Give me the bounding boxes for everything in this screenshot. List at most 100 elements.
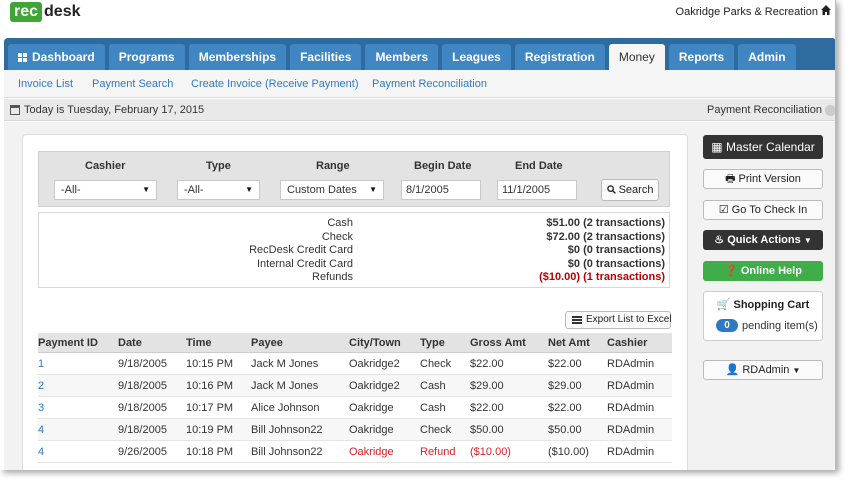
export-label: Export List to Excel [586, 314, 672, 325]
table-cell: Oakridge [349, 446, 394, 458]
nav-tab-label: Dashboard [32, 50, 95, 64]
column-header[interactable]: City/Town [349, 337, 401, 349]
summary-value: ($10.00) (1 transactions) [539, 271, 665, 283]
table-cell: Oakridge [349, 402, 394, 414]
home-icon[interactable] [820, 4, 832, 16]
filter-bar: Cashier Type Range Begin Date End Date -… [38, 151, 670, 207]
logo-rec: rec [10, 2, 43, 22]
go-to-check-in-label: Go To Check In [731, 204, 808, 216]
nav-tab-registration[interactable]: Registration [514, 44, 605, 70]
type-label: Type [206, 160, 231, 172]
table-cell: ($10.00) [548, 446, 589, 458]
collapse-icon[interactable] [825, 105, 835, 116]
payment-id-link[interactable]: 4 [38, 424, 44, 436]
summary-row: Internal Credit Card $0 (0 transactions) [39, 258, 671, 271]
date-bar: Today is Tuesday, February 17, 2015 Paym… [4, 99, 835, 121]
cart-count-badge: 0 [716, 319, 738, 332]
table-cell: $50.00 [548, 424, 582, 436]
nav-tab-dashboard[interactable]: Dashboard [8, 44, 105, 70]
column-header[interactable]: Time [186, 337, 211, 349]
range-select[interactable]: Custom Dates ▼ [280, 180, 384, 200]
table-cell: Check [420, 424, 452, 436]
nav-tab-programs[interactable]: Programs [108, 44, 185, 70]
column-header[interactable]: Net Amt [548, 337, 590, 349]
begin-date-input[interactable]: 8/1/2005 [401, 180, 481, 200]
payment-id-link[interactable]: 2 [38, 380, 44, 392]
table-cell: Alice Johnson [251, 402, 320, 414]
list-icon [572, 316, 582, 324]
sub-nav: Invoice List Payment Search Create Invoi… [4, 70, 835, 98]
subnav-payment-search[interactable]: Payment Search [92, 78, 173, 90]
caret-down-icon: ▼ [792, 366, 801, 375]
logo[interactable]: rec desk [10, 2, 81, 22]
table-cell: Check [420, 358, 452, 370]
column-header[interactable]: Payment ID [38, 337, 98, 349]
go-to-check-in-button[interactable]: ☑ Go To Check In [703, 200, 823, 220]
cashier-select[interactable]: -All- ▼ [54, 180, 157, 200]
online-help-button[interactable]: ❓ Online Help [703, 261, 823, 281]
user-menu-button[interactable]: 👤 RDAdmin ▼ [703, 360, 823, 380]
payment-id-link[interactable]: 4 [38, 446, 44, 458]
table-cell: $22.00 [470, 358, 504, 370]
table-cell: Jack M Jones [251, 380, 319, 392]
nav-tab-reports[interactable]: Reports [668, 44, 735, 70]
master-calendar-button[interactable]: ▦ Master Calendar [703, 135, 823, 159]
table-cell: 9/18/2005 [118, 358, 167, 370]
question-icon: ❓ [724, 265, 738, 277]
nav-tab-facilities[interactable]: Facilities [290, 44, 362, 70]
table-row[interactable]: 3 9/18/2005 10:17 PM Alice Johnson Oakridge C… [38, 397, 672, 419]
summary-value: $51.00 (2 transactions) [546, 217, 665, 229]
end-date-label: End Date [515, 160, 563, 172]
nav-tab-label: Leagues [452, 50, 501, 64]
end-date-input[interactable]: 11/1/2005 [497, 180, 577, 200]
table-row[interactable]: 2 9/18/2005 10:16 PM Jack M Jones Oakridge2 C… [38, 375, 672, 397]
subnav-invoice-list[interactable]: Invoice List [18, 78, 73, 90]
shopping-cart-panel[interactable]: 🛒 Shopping Cart 0 pending item(s) [703, 291, 823, 341]
export-excel-button[interactable]: Export List to Excel [565, 311, 672, 329]
subnav-create-invoice[interactable]: Create Invoice (Receive Payment) [191, 78, 359, 90]
nav-tab-members[interactable]: Members [365, 44, 439, 70]
nav-tab-leagues[interactable]: Leagues [442, 44, 511, 70]
column-header[interactable]: Gross Amt [470, 337, 526, 349]
search-icon [606, 184, 619, 196]
table-cell: 10:19 PM [186, 424, 234, 436]
nav-tab-money[interactable]: Money [608, 44, 665, 70]
summary-row: Refunds ($10.00) (1 transactions) [39, 271, 671, 284]
page-title: Payment Reconciliation [707, 104, 822, 116]
table-row[interactable]: 1 9/18/2005 10:15 PM Jack M Jones Oakridge2 C… [38, 353, 672, 375]
table-cell: Cash [420, 380, 446, 392]
payment-id-link[interactable]: 3 [38, 402, 44, 414]
nav-tab-memberships[interactable]: Memberships [188, 44, 287, 70]
nav-tab-admin[interactable]: Admin [738, 44, 796, 70]
print-version-button[interactable]: 🖶 Print Version [703, 169, 823, 189]
top-bar: rec desk Oakridge Parks & Recreation [0, 0, 835, 30]
shopping-cart-title: 🛒 Shopping Cart [704, 298, 822, 311]
column-header[interactable]: Payee [251, 337, 283, 349]
table-cell: $22.00 [548, 402, 582, 414]
app-window: rec desk Oakridge Parks & Recreation Das… [0, 0, 836, 470]
type-select[interactable]: -All- ▼ [177, 180, 260, 200]
quick-actions-button[interactable]: ♨ Quick Actions ▼ [703, 230, 823, 250]
summary-box: Cash $51.00 (2 transactions) Check $72.00 (… [38, 212, 670, 288]
search-button[interactable]: Search [601, 179, 659, 201]
cart-icon: 🛒 [716, 299, 731, 311]
table-cell: Jack M Jones [251, 358, 319, 370]
table-row[interactable]: 4 9/18/2005 10:19 PM Bill Johnson22 Oakridge… [38, 419, 672, 441]
column-header[interactable]: Cashier [607, 337, 647, 349]
nav-tab-label: Admin [748, 50, 786, 64]
table-cell: RDAdmin [607, 446, 655, 458]
payment-id-link[interactable]: 1 [38, 358, 44, 370]
table-cell: Bill Johnson22 [251, 446, 323, 458]
table-cell: $29.00 [470, 380, 504, 392]
cashier-label: Cashier [85, 160, 126, 172]
table-cell: RDAdmin [607, 424, 655, 436]
subnav-payment-reconciliation[interactable]: Payment Reconciliation [372, 78, 487, 90]
nav-tab-label: Members [375, 50, 429, 64]
column-header[interactable]: Type [420, 337, 445, 349]
summary-row: RecDesk Credit Card $0 (0 transactions) [39, 244, 671, 257]
table-row[interactable]: 4 9/26/2005 10:18 PM Bill Johnson22 Oakridge… [38, 441, 672, 463]
column-header[interactable]: Date [118, 337, 142, 349]
calendar-icon: ▦ [711, 140, 723, 154]
user-icon: 👤 [725, 364, 740, 376]
begin-date-label: Begin Date [414, 160, 472, 172]
